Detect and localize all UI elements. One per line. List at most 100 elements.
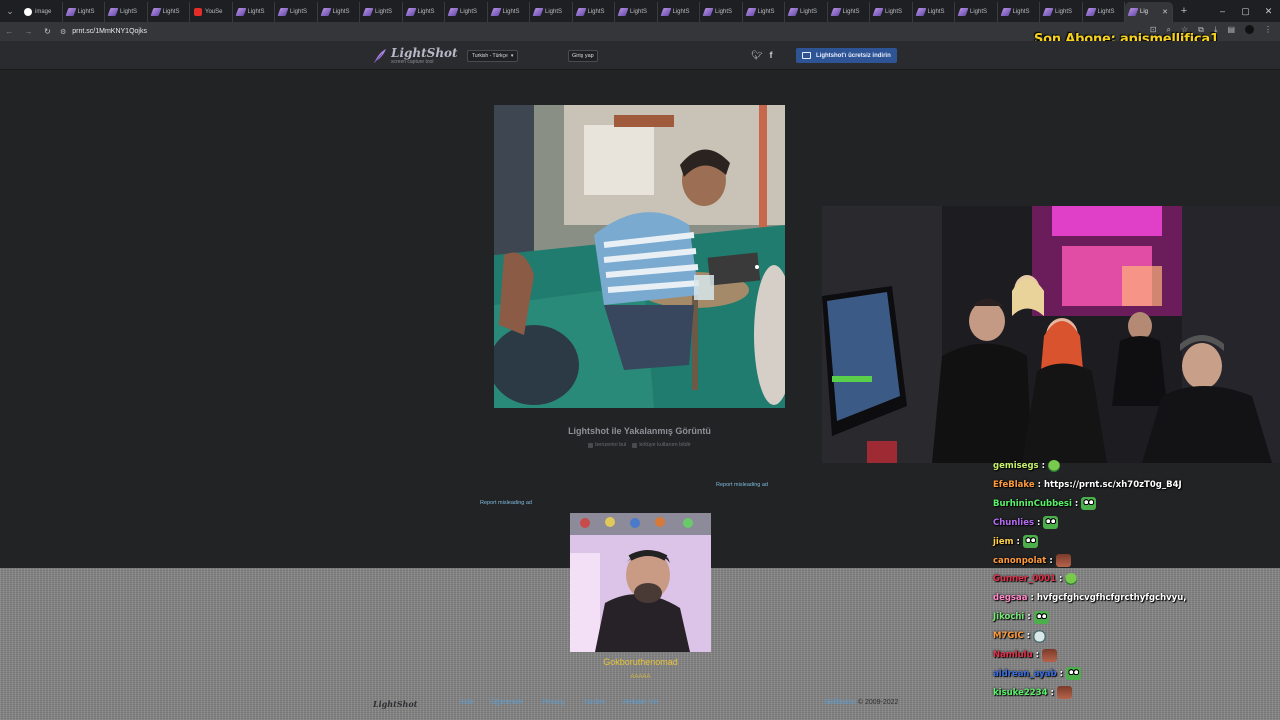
browser-tab[interactable]: LightS xyxy=(360,2,403,22)
chat-username[interactable]: aldrean_ayab xyxy=(993,669,1057,679)
browser-tab[interactable]: LightS xyxy=(233,2,275,22)
emote-icon xyxy=(1055,554,1071,567)
browser-tab[interactable]: LightS xyxy=(148,2,190,22)
browser-tab[interactable]: YouSe xyxy=(190,2,233,22)
chat-separator: : xyxy=(1030,593,1034,604)
lightshot-logo[interactable]: LightShot screen capture tool xyxy=(373,47,458,65)
chat-username[interactable]: Namlulu xyxy=(993,650,1033,660)
maximize-button[interactable]: ▢ xyxy=(1234,0,1257,22)
chat-username[interactable]: jiem xyxy=(993,537,1013,547)
feather-icon xyxy=(373,49,386,64)
screenshot-image[interactable] xyxy=(494,105,785,408)
window-controls: – ▢ ✕ xyxy=(1211,0,1280,22)
browser-tab[interactable]: LightS xyxy=(318,2,360,22)
chat-username[interactable]: kisuke2234 xyxy=(993,688,1048,698)
close-window-button[interactable]: ✕ xyxy=(1257,0,1280,22)
footer-logo[interactable]: LightShot xyxy=(373,699,417,709)
chat-username[interactable]: canonpolat xyxy=(993,556,1046,566)
tab-label: LightS xyxy=(672,9,690,15)
tab-label: LightS xyxy=(842,9,860,15)
browser-tab[interactable]: LightS xyxy=(955,2,998,22)
browser-tab[interactable]: LightS xyxy=(1040,2,1083,22)
footer-link-privacy[interactable]: Privacy xyxy=(542,699,565,706)
footer-link-help[interactable]: Yardım xyxy=(583,699,605,706)
chevron-down-icon: ▾ xyxy=(510,53,514,59)
chat-username[interactable]: EfeBlake xyxy=(993,480,1035,490)
report-abuse-link[interactable]: kötüye kullanım bildir xyxy=(632,442,691,448)
emote-icon xyxy=(1081,497,1097,511)
chat-username[interactable]: Jikochi xyxy=(993,612,1024,622)
report-ad-link-right[interactable]: Report misleading ad xyxy=(716,482,768,488)
browser-tab[interactable]: LightS xyxy=(1083,2,1125,22)
browser-tab[interactable]: image xyxy=(20,2,63,22)
chat-username[interactable]: gemisegs xyxy=(993,461,1039,471)
language-select[interactable]: Turkish - Türkçe ▾ xyxy=(467,50,519,62)
tab-search-icon[interactable]: ⌄ xyxy=(0,0,20,22)
lightshot-icon xyxy=(957,8,969,16)
url-field[interactable]: ⚙ prnt.sc/1MmKNY1Qojks xyxy=(60,24,1070,39)
browser-tab-active[interactable]: Lig ✕ xyxy=(1125,2,1173,22)
browser-tab[interactable]: LightS xyxy=(615,2,658,22)
login-button[interactable]: Giriş yap xyxy=(568,50,598,62)
browser-tab[interactable]: LightS xyxy=(658,2,700,22)
browser-tab[interactable]: LightS xyxy=(743,2,785,22)
reload-icon[interactable]: ↻ xyxy=(38,27,57,36)
forward-icon[interactable]: → xyxy=(19,27,38,36)
profile-avatar[interactable] xyxy=(1245,25,1254,34)
chat-message: Chunlies : xyxy=(993,516,1059,530)
tab-label: LightS xyxy=(460,9,478,15)
find-similar-link[interactable]: benzerini bul xyxy=(588,442,626,448)
facebook-icon[interactable]: f xyxy=(769,50,772,61)
report-ad-link-left[interactable]: Report misleading ad xyxy=(480,500,532,506)
browser-tab[interactable]: LightS xyxy=(275,2,318,22)
chat-username[interactable]: M7GIC xyxy=(993,631,1024,641)
tab-label: LightS xyxy=(1055,9,1073,15)
chat-separator: : xyxy=(1041,461,1045,471)
chat-username[interactable]: Gunner_0001 xyxy=(993,574,1056,584)
browser-tab[interactable]: LightS xyxy=(445,2,488,22)
lightshot-icon xyxy=(150,8,161,16)
tab-label: LightS xyxy=(927,9,945,15)
browser-tab[interactable]: LightS xyxy=(63,2,105,22)
reading-list-icon[interactable]: ▤ xyxy=(1227,25,1235,35)
browser-tab[interactable]: LightS xyxy=(870,2,913,22)
footer-link-tutorials[interactable]: Öğretenler xyxy=(490,699,523,706)
footer-link-download[interactable]: İndir xyxy=(460,699,474,706)
lightshot-icon xyxy=(787,8,799,16)
lightshot-icon xyxy=(1000,8,1011,16)
chat-separator: : xyxy=(1027,612,1031,623)
browser-tab[interactable]: LightS xyxy=(913,2,955,22)
browser-tab[interactable]: LightS xyxy=(488,2,530,22)
emote-icon xyxy=(1048,460,1060,472)
search-icon xyxy=(588,442,594,448)
lightshot-icon xyxy=(277,8,289,16)
download-lightshot-button[interactable]: Lightshot'ı ücretsiz indirin xyxy=(796,48,897,63)
browser-tab[interactable]: LightS xyxy=(785,2,828,22)
chat-username[interactable]: BurhininCubbesi xyxy=(993,499,1072,509)
close-tab-icon[interactable]: ✕ xyxy=(1162,8,1168,16)
chat-username[interactable]: Chunlies xyxy=(993,518,1034,528)
tab-label: LightS xyxy=(757,9,775,15)
back-icon[interactable]: ← xyxy=(0,27,19,36)
browser-tab[interactable]: LightS xyxy=(530,2,573,22)
footer-link-advertise[interactable]: Reklam Ver xyxy=(623,699,659,706)
browser-tab[interactable]: LightS xyxy=(573,2,615,22)
site-info-icon[interactable]: ⚙ xyxy=(60,28,66,36)
twitter-icon[interactable]: 🐦︎ xyxy=(751,50,762,61)
browser-tab[interactable]: LightS xyxy=(998,2,1040,22)
chat-message: aldrean_ayab : xyxy=(993,667,1081,681)
browser-tab[interactable]: LightS xyxy=(828,2,870,22)
chat-username[interactable]: degsaa xyxy=(993,593,1027,603)
lightshot-icon xyxy=(447,8,459,16)
browser-tab[interactable]: LightS xyxy=(403,2,445,22)
lightshot-icon xyxy=(617,8,629,16)
menu-icon[interactable]: ⋮ xyxy=(1264,25,1272,35)
browser-tab[interactable]: LightS xyxy=(105,2,148,22)
minimize-button[interactable]: – xyxy=(1211,0,1234,22)
copyright-brand[interactable]: Skillbrains xyxy=(824,699,856,706)
new-tab-button[interactable]: + xyxy=(1175,5,1193,17)
chat-text: hvfgcfghcvgfhcfgrcthyfgchvyu, xyxy=(1036,593,1187,604)
google-icon xyxy=(24,8,32,16)
browser-tab[interactable]: LightS xyxy=(700,2,743,22)
lightshot-icon xyxy=(490,8,501,16)
